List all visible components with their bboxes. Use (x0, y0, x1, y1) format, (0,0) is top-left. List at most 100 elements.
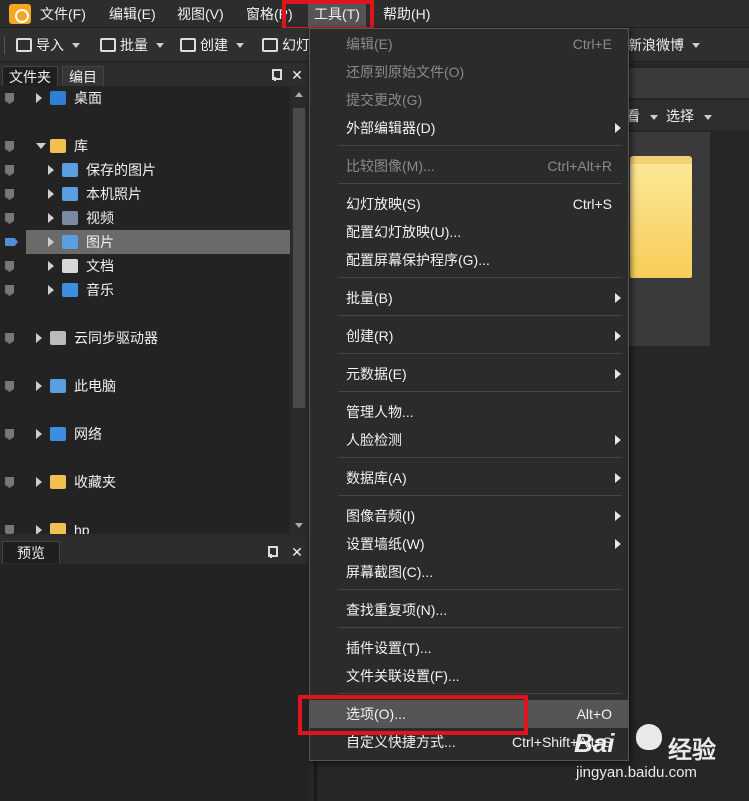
library-icon (50, 139, 66, 153)
expand-arrow-icon[interactable] (36, 477, 42, 487)
tools-menu-dropdown: 编辑(E) Ctrl+E 还原到原始文件(O) 提交更改(G) 外部编辑器(D) 比较图像… (309, 28, 629, 761)
view-button[interactable]: 看 (626, 106, 658, 126)
tree-item[interactable]: 桌面 (0, 86, 290, 110)
tree-item[interactable]: 文档 (0, 254, 290, 278)
scroll-up-icon[interactable] (295, 92, 303, 97)
tree-scrollbar[interactable] (290, 86, 308, 534)
create-button[interactable]: 创建 (180, 33, 244, 57)
tree-marker-icon (5, 525, 14, 534)
menu-item[interactable]: 插件设置(T)... (310, 634, 628, 662)
menu-item[interactable]: 创建(R) (310, 322, 628, 350)
menu-help[interactable]: 帮助(H) (377, 0, 436, 28)
menu-item: 比较图像(M)... Ctrl+Alt+R (310, 152, 628, 180)
folder-tree: 桌面库保存的图片 本机照片视频图片 文档 音乐云同步驱动器 此电脑网络收藏夹 hp (0, 86, 290, 534)
menu-item-label: 外部编辑器(D) (346, 120, 436, 136)
document-icon (62, 259, 78, 273)
expand-arrow-icon[interactable] (48, 189, 54, 199)
tree-item[interactable]: 视频 (0, 206, 290, 230)
expand-arrow-icon[interactable] (48, 237, 54, 247)
create-dropdown-icon[interactable] (236, 42, 244, 48)
expand-arrow-icon[interactable] (36, 381, 42, 391)
menu-separator (338, 145, 622, 146)
expand-arrow-icon[interactable] (48, 213, 54, 223)
tab-catalog[interactable]: 编目 (62, 66, 104, 86)
computer-icon (50, 379, 66, 393)
menu-file[interactable]: 文件(F) (34, 0, 92, 28)
tree-item[interactable]: 云同步驱动器 (0, 326, 290, 350)
expand-arrow-icon[interactable] (48, 285, 54, 295)
pin-icon[interactable] (270, 69, 282, 81)
submenu-arrow-icon (615, 331, 621, 341)
expand-arrow-icon[interactable] (36, 525, 42, 534)
tree-item[interactable]: 本机照片 (0, 182, 290, 206)
tree-item[interactable]: 保存的图片 (0, 158, 290, 182)
menu-item[interactable]: 幻灯放映(S) Ctrl+S (310, 190, 628, 218)
slideshow-label: 幻灯 (282, 37, 310, 53)
tree-item[interactable]: 网络 (0, 422, 290, 446)
tab-preview[interactable]: 预览 (2, 541, 60, 563)
tree-item[interactable]: 图片 (5, 230, 290, 254)
expand-arrow-icon[interactable] (36, 429, 42, 439)
tree-item-label: 桌面 (74, 90, 102, 106)
import-dropdown-icon[interactable] (72, 42, 80, 48)
submenu-arrow-icon (615, 369, 621, 379)
folder-thumbnail-icon[interactable] (630, 156, 692, 278)
menu-tools[interactable]: 工具(T) (308, 0, 366, 28)
expand-arrow-icon[interactable] (36, 333, 42, 343)
folder-panel: 文件夹 编目 ✕ 桌面库保存的图片 本机照片视频图片 文档 音乐云同步驱动器 此电脑网络… (0, 64, 308, 534)
watermark-url: jingyan.baidu.com (576, 764, 697, 781)
expand-arrow-icon[interactable] (48, 261, 54, 271)
slideshow-button[interactable]: 幻灯 (262, 33, 310, 57)
import-button[interactable]: 导入 (16, 33, 80, 57)
weibo-dropdown-icon[interactable] (692, 42, 700, 48)
menu-item[interactable]: 管理人物... (310, 398, 628, 426)
selected-flag-icon (5, 238, 18, 246)
tree-item[interactable]: 此电脑 (0, 374, 290, 398)
menu-item-label: 元数据(E) (346, 366, 407, 382)
menu-item[interactable]: 外部编辑器(D) (310, 114, 628, 142)
menu-item[interactable]: 配置屏幕保护程序(G)... (310, 246, 628, 274)
tree-item-label: 视频 (86, 210, 114, 226)
menu-item[interactable]: 屏幕截图(C)... (310, 558, 628, 586)
menu-item-label: 人脸检测 (346, 432, 402, 448)
menu-item[interactable]: 人脸检测 (310, 426, 628, 454)
menu-pane[interactable]: 窗格(P) (240, 0, 299, 28)
menu-item[interactable]: 配置幻灯放映(U)... (310, 218, 628, 246)
tree-item[interactable]: 收藏夹 (0, 470, 290, 494)
tree-marker-icon (5, 477, 14, 488)
menu-item[interactable]: 元数据(E) (310, 360, 628, 388)
import-icon (16, 38, 32, 52)
menu-item[interactable]: 文件关联设置(F)... (310, 662, 628, 690)
pin-icon[interactable] (266, 546, 278, 558)
weibo-label: 新浪微博 (628, 37, 684, 53)
menu-item[interactable]: 设置墙纸(W) (310, 530, 628, 558)
expand-arrow-icon[interactable] (48, 165, 54, 175)
scrollbar-thumb[interactable] (293, 108, 305, 408)
toolbar-grip (4, 36, 5, 54)
close-icon[interactable]: ✕ (290, 67, 304, 83)
scroll-down-icon[interactable] (295, 523, 303, 528)
app-logo-icon[interactable] (9, 4, 31, 24)
menu-item[interactable]: 数据库(A) (310, 464, 628, 492)
view-dropdown-icon (649, 114, 658, 120)
tree-item[interactable]: hp (0, 518, 290, 534)
menu-item[interactable]: 查找重复项(N)... (310, 596, 628, 624)
tree-marker-icon (5, 189, 14, 200)
expand-arrow-icon[interactable] (36, 93, 42, 103)
close-icon[interactable]: ✕ (290, 544, 304, 560)
menu-item[interactable]: 批量(B) (310, 284, 628, 312)
menu-item[interactable]: 图像音频(I) (310, 502, 628, 530)
tree-marker-icon (5, 261, 14, 272)
tab-folders[interactable]: 文件夹 (2, 66, 58, 86)
collapse-arrow-icon[interactable] (36, 143, 46, 149)
batch-button[interactable]: 批量 (100, 33, 164, 57)
cloud-icon (50, 331, 66, 345)
menu-item-label: 查找重复项(N)... (346, 602, 448, 618)
batch-dropdown-icon[interactable] (156, 42, 164, 48)
weibo-button[interactable]: 新浪微博 (628, 33, 700, 57)
menu-edit[interactable]: 编辑(E) (103, 0, 162, 28)
menu-view[interactable]: 视图(V) (171, 0, 230, 28)
select-button[interactable]: 选择 (666, 106, 712, 126)
tree-item[interactable]: 音乐 (0, 278, 290, 302)
tree-item[interactable]: 库 (0, 134, 290, 158)
